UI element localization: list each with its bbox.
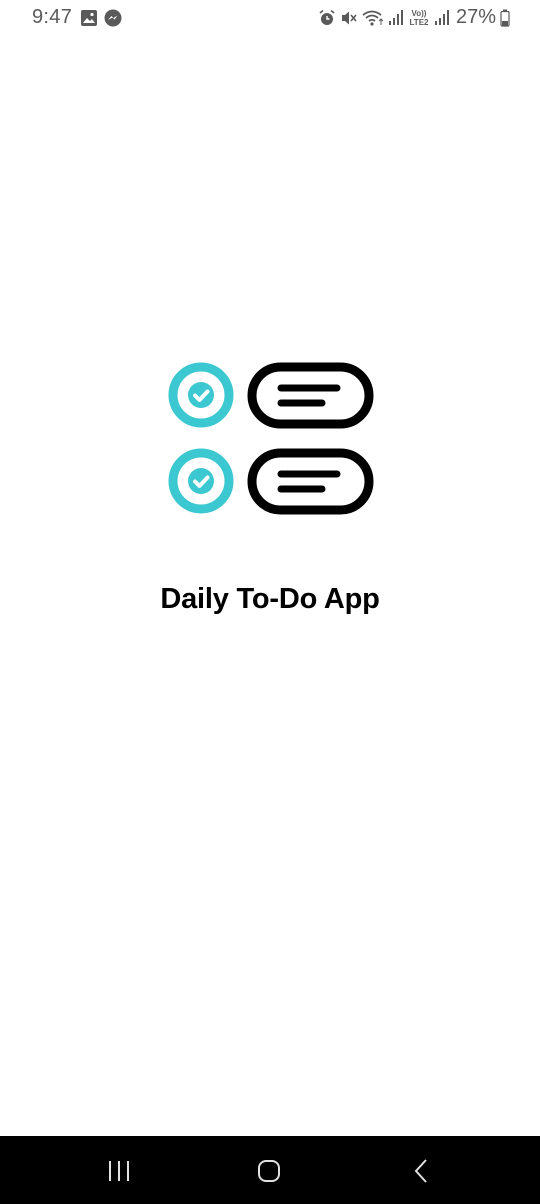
checklist-icon — [166, 360, 376, 518]
recents-icon[interactable] — [104, 1156, 134, 1186]
status-time: 9:47 — [32, 6, 73, 28]
gallery-icon — [80, 9, 98, 27]
signal-icon — [434, 9, 450, 27]
system-icons: Vo)) LTE2 27% — [318, 6, 510, 29]
wifi-icon — [362, 9, 384, 27]
home-icon[interactable] — [254, 1156, 284, 1186]
battery-percentage: 27% — [455, 6, 496, 28]
battery-icon — [500, 9, 510, 27]
navigation-bar — [0, 1136, 540, 1204]
svg-text:Vo)): Vo)) — [411, 9, 426, 18]
back-icon[interactable] — [406, 1156, 436, 1186]
alarm-icon — [318, 9, 336, 27]
status-bar: 9:47 Vo)) LTE2 27% — [0, 0, 540, 36]
splash-screen: 9:47 Vo)) LTE2 27% Daily To-Do App — [0, 0, 540, 1204]
mute-icon — [340, 9, 358, 27]
signal-icon — [388, 9, 404, 27]
app-title: Daily To-Do App — [160, 583, 380, 615]
volte-icon: Vo)) LTE2 — [408, 8, 430, 28]
messenger-icon — [104, 9, 122, 27]
svg-text:LTE2: LTE2 — [409, 18, 429, 27]
notification-icons — [80, 9, 122, 27]
